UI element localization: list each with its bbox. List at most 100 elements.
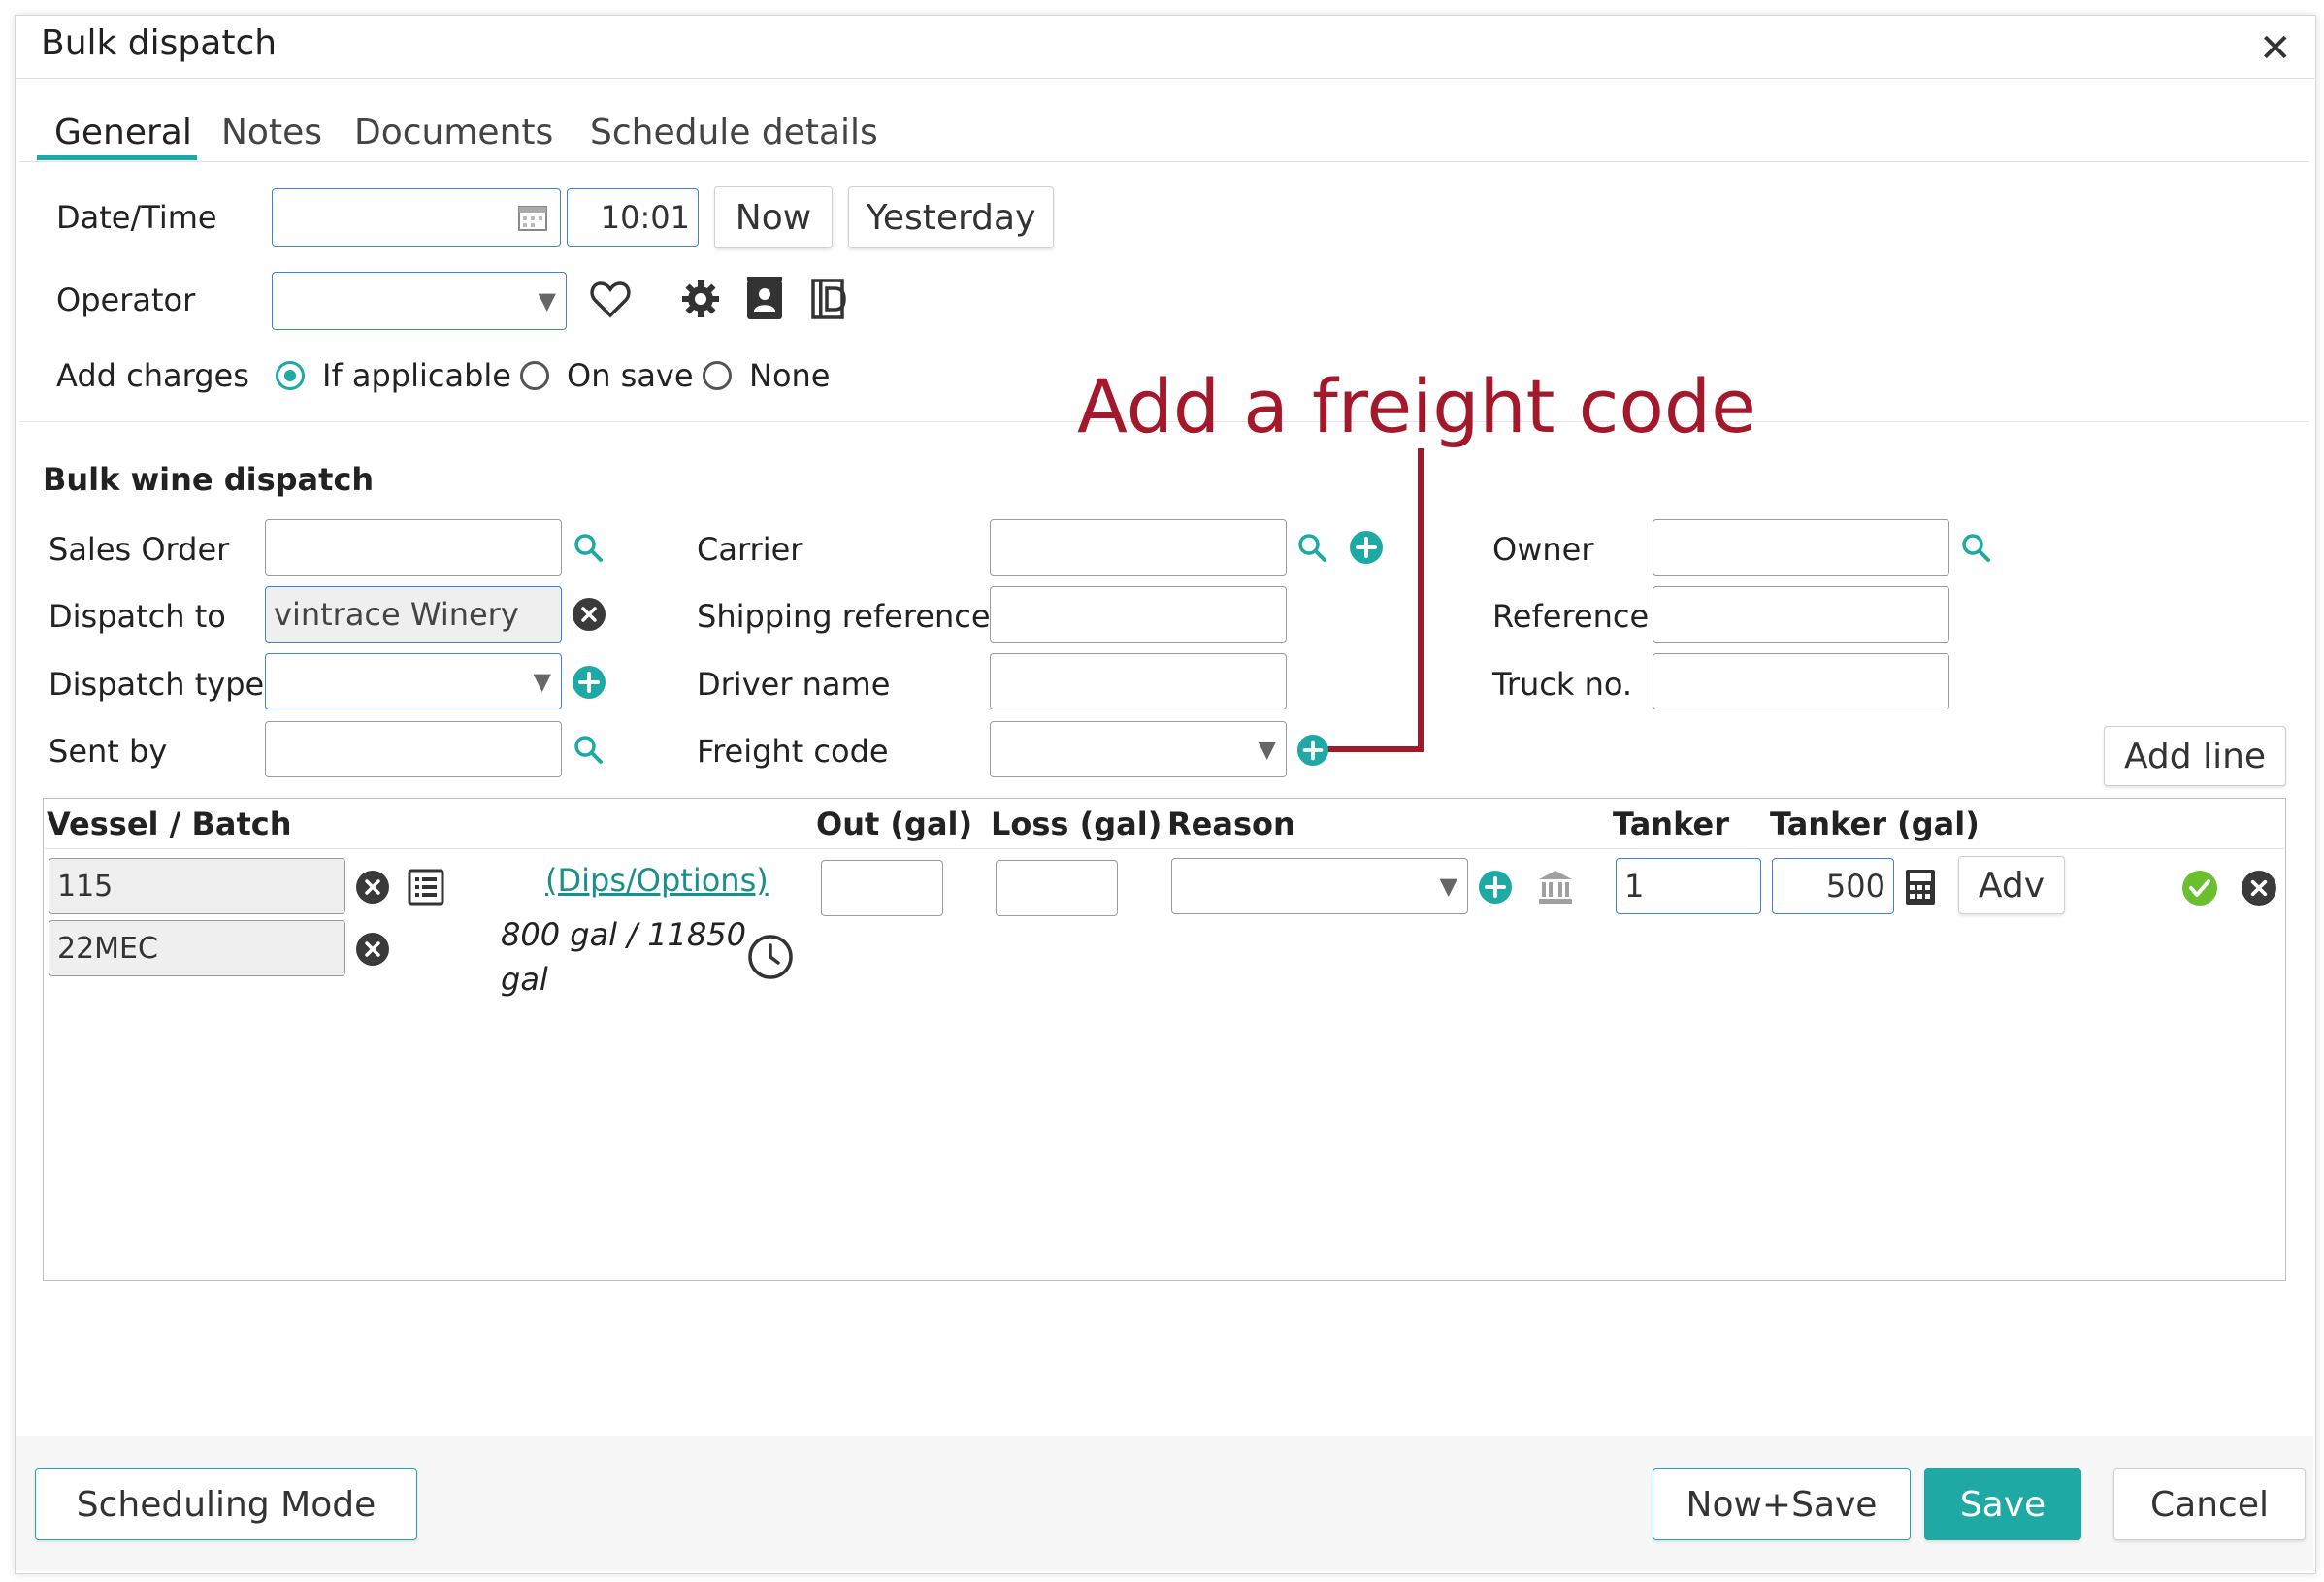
loss-gal-input[interactable] — [996, 860, 1118, 916]
carrier-label: Carrier — [697, 531, 803, 568]
clear-icon[interactable] — [572, 597, 606, 632]
column-header-tanker-gal: Tanker (gal) — [1770, 806, 1980, 842]
radio-none[interactable] — [703, 361, 732, 390]
search-icon[interactable] — [573, 734, 604, 765]
clear-batch-icon[interactable] — [355, 932, 390, 967]
cancel-button[interactable]: Cancel — [2113, 1468, 2306, 1540]
tanker-gal-input[interactable]: 500 — [1772, 858, 1894, 914]
batch-input[interactable]: 22MEC — [49, 920, 345, 976]
date-input[interactable] — [272, 188, 561, 247]
operator-select[interactable]: ▼ — [272, 272, 567, 330]
radio-on-save[interactable] — [520, 361, 549, 390]
contact-card-icon[interactable] — [745, 277, 784, 321]
list-icon[interactable] — [408, 869, 444, 906]
owner-label: Owner — [1492, 531, 1594, 568]
shipping-reference-input[interactable] — [990, 586, 1287, 643]
dialog-title: Bulk dispatch — [41, 23, 278, 63]
radio-if-applicable[interactable] — [276, 361, 305, 390]
tanker-input[interactable]: 1 — [1616, 858, 1761, 914]
column-header-tanker: Tanker — [1613, 806, 1729, 842]
tab-schedule-details[interactable]: Schedule details — [590, 113, 878, 152]
shipping-reference-label: Shipping reference — [697, 598, 991, 635]
chevron-down-icon: ▼ — [1439, 873, 1457, 900]
reference-input[interactable] — [1653, 586, 1949, 643]
scheduling-mode-button[interactable]: Scheduling Mode — [35, 1468, 417, 1540]
time-input[interactable]: 10:01 — [567, 188, 699, 247]
vessel-input[interactable]: 115 — [49, 858, 345, 914]
carrier-input[interactable] — [990, 519, 1287, 576]
radio-none-label: None — [749, 357, 831, 394]
save-button[interactable]: Save — [1924, 1468, 2081, 1540]
dispatch-to-label: Dispatch to — [49, 598, 226, 635]
driver-name-label: Driver name — [697, 666, 891, 703]
dips-options-link[interactable]: (Dips/Options) — [545, 862, 769, 899]
column-header-vessel-batch: Vessel / Batch — [47, 806, 292, 842]
radio-if-applicable-label: If applicable — [322, 357, 511, 394]
active-tab-indicator — [37, 155, 197, 160]
add-icon[interactable] — [572, 665, 606, 700]
capacity-line1: 800 gal / 11850 — [501, 916, 746, 953]
tanker-gal-value: 500 — [1825, 868, 1885, 905]
now-save-button[interactable]: Now+Save — [1653, 1468, 1911, 1540]
close-icon[interactable]: ✕ — [2259, 29, 2292, 68]
reference-label: Reference — [1492, 598, 1650, 635]
tanker-value: 1 — [1624, 868, 1645, 905]
out-gal-input[interactable] — [821, 860, 943, 916]
dispatch-type-select[interactable]: ▼ — [265, 653, 562, 709]
heart-icon[interactable] — [590, 281, 631, 318]
owner-input[interactable] — [1653, 519, 1949, 576]
column-header-loss: Loss (gal) — [991, 806, 1162, 842]
sent-by-label: Sent by — [49, 733, 168, 770]
yesterday-button[interactable]: Yesterday — [848, 186, 1054, 248]
annotation-text: Add a freight code — [1077, 363, 1756, 449]
tab-documents[interactable]: Documents — [354, 113, 553, 152]
add-icon[interactable] — [1349, 530, 1384, 565]
add-line-button[interactable]: Add line — [2104, 726, 2286, 786]
radio-on-save-label: On save — [567, 357, 694, 394]
calendar-icon[interactable] — [517, 203, 548, 232]
remove-line-icon[interactable] — [2241, 870, 2277, 906]
tab-notes[interactable]: Notes — [221, 113, 322, 152]
dispatch-type-label: Dispatch type — [49, 666, 265, 703]
tabs-divider — [19, 161, 2309, 162]
driver-name-input[interactable] — [990, 653, 1287, 709]
batch-value: 22MEC — [57, 931, 158, 966]
truck-no-label: Truck no. — [1492, 666, 1633, 703]
chevron-down-icon: ▼ — [1258, 736, 1276, 763]
dispatch-to-value: vintrace Winery — [274, 596, 519, 633]
bank-icon[interactable] — [1537, 869, 1574, 906]
column-header-reason: Reason — [1167, 806, 1295, 842]
search-icon[interactable] — [1296, 532, 1327, 563]
add-reason-icon[interactable] — [1478, 870, 1513, 905]
add-freight-code-icon[interactable] — [1296, 734, 1329, 767]
sales-order-label: Sales Order — [49, 531, 230, 568]
sent-by-input[interactable] — [265, 721, 562, 777]
reason-select[interactable]: ▼ — [1171, 858, 1468, 914]
add-charges-label: Add charges — [56, 357, 249, 394]
search-icon[interactable] — [1960, 532, 1991, 563]
bulk-wine-dispatch-heading: Bulk wine dispatch — [43, 461, 375, 498]
vessel-value: 115 — [57, 869, 114, 904]
chevron-down-icon: ▼ — [538, 287, 556, 314]
dispatch-to-input[interactable]: vintrace Winery — [265, 586, 562, 643]
annotation-arrow-vertical — [1418, 448, 1424, 752]
annotation-arrow-horizontal — [1327, 746, 1424, 752]
sales-order-input[interactable] — [265, 519, 562, 576]
gear-icon[interactable] — [681, 280, 720, 318]
tab-general[interactable]: General — [54, 113, 192, 152]
truck-no-input[interactable] — [1653, 653, 1949, 709]
freight-code-label: Freight code — [697, 733, 889, 770]
search-icon[interactable] — [573, 532, 604, 563]
capacity-line2: gal — [501, 961, 548, 998]
dialog-titlebar — [15, 15, 2314, 79]
operator-label: Operator — [56, 281, 196, 318]
document-icon[interactable] — [811, 279, 850, 319]
time-value: 10:01 — [600, 199, 690, 236]
adv-button[interactable]: Adv — [1958, 856, 2065, 914]
calculator-icon[interactable] — [1904, 868, 1937, 906]
freight-code-select[interactable]: ▼ — [990, 721, 1287, 777]
confirm-check-icon[interactable] — [2181, 870, 2218, 906]
clear-vessel-icon[interactable] — [355, 870, 390, 905]
now-button[interactable]: Now — [714, 186, 833, 248]
clock-icon[interactable] — [747, 934, 794, 980]
